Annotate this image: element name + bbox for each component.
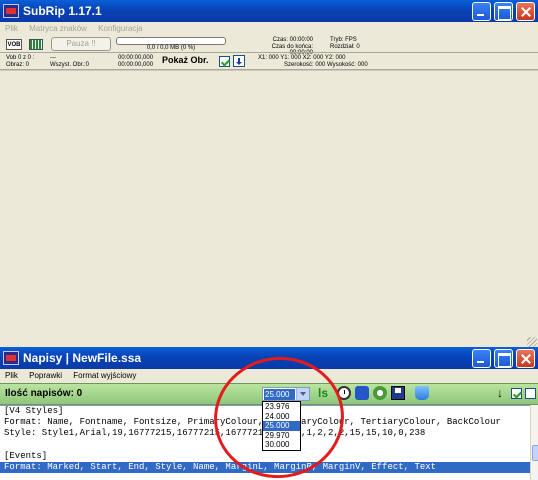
wszyst-obr-counter: Wszyst. Obr.:0 [50,62,90,68]
pokaz-obr-label: Pokaż Obr. [162,55,209,65]
option-checkbox-2[interactable] [525,388,536,399]
vertical-scrollbar[interactable] [530,405,538,480]
menu-konfiguracja[interactable]: Konfiguracja [98,22,142,36]
video-preview-area [0,70,538,347]
save-icon[interactable] [391,386,405,400]
arrow-down-button[interactable] [233,55,245,67]
vob-counter: Vob 0 z 0 : [6,55,35,61]
char-matrix-icon[interactable] [29,39,43,50]
progress-text: 0,0 / 0,0 MB (0 %) [146,45,196,51]
obraz-counter: Obraz: 0 [6,62,30,68]
sub-minimize-button[interactable] [472,349,491,368]
trash-icon[interactable] [415,386,429,400]
rozdzial-label: Rozdział: 0 [330,44,360,50]
show-image-checkbox[interactable] [219,56,230,67]
menu-plik[interactable]: Plik [5,22,18,36]
progress-bar [116,37,226,45]
time-start: 00:00:00,000 [118,55,154,61]
arrow-down-icon[interactable]: ↓ [497,387,503,399]
subtitle-window-title: Napisy | NewFile.ssa [23,351,142,365]
fix-icon[interactable] [373,386,387,400]
sub-close-button[interactable] [516,349,535,368]
coords-readout: X1: 000 Y1: 000 X2: 000 Y2: 000 [258,55,346,61]
subtitle-count-label: Ilość napisów: 0 [5,388,83,399]
napisy-app-icon [3,351,19,365]
close-button[interactable] [516,2,535,21]
vob-dash: --- [50,55,56,61]
main-titlebar[interactable]: SubRip 1.17.1 [0,0,538,22]
sub-maximize-button[interactable] [494,349,513,368]
menu-poprawki[interactable]: Poprawki [29,369,62,383]
pause-button[interactable]: Pauza !! [51,37,111,51]
main-menubar: Plik Matryca znaków Konfiguracja [0,22,538,36]
menu-format-wyjsciowy[interactable]: Format wyjściowy [73,369,136,383]
vob-open-icon[interactable]: VOB [6,39,22,50]
puzzle-icon[interactable] [355,386,369,400]
menu-plik-sub[interactable]: Plik [5,369,18,383]
main-window-title: SubRip 1.17.1 [23,4,102,18]
subrip-app-icon [3,4,19,18]
czas-label: Czas: 00:00:00 [272,37,313,43]
option-checkbox[interactable] [511,388,522,399]
menu-matryca-znakow[interactable]: Matryca znaków [29,22,87,36]
resize-grip[interactable] [527,337,537,347]
minimize-button[interactable] [472,2,491,21]
time-end: 00:00:00,000 [118,62,154,68]
tryb-label: Tryb: FPS [330,37,357,43]
size-readout: Szerokość: 000 Wysokość: 000 [284,62,368,68]
maximize-button[interactable] [494,2,513,21]
